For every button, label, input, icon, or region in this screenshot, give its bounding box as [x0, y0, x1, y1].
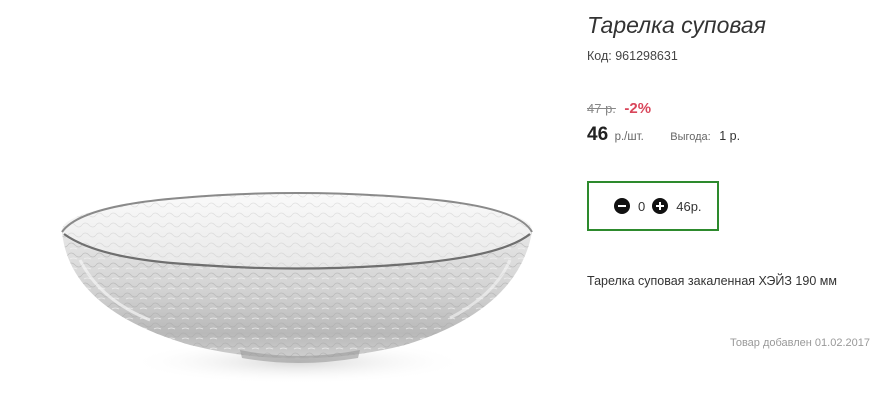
- product-description: Тарелка суповая закаленная ХЭЙЗ 190 мм: [587, 274, 837, 288]
- current-price: 46: [587, 124, 609, 145]
- product-code-value: 961298631: [615, 49, 678, 63]
- quantity-total: 46р.: [676, 198, 702, 214]
- product-code: Код: 961298631: [587, 49, 678, 63]
- added-date: Товар добавлен 01.02.2017: [729, 337, 870, 349]
- savings-label: Выгода:: [670, 131, 711, 143]
- savings-value: 1 р.: [719, 129, 741, 143]
- product-code-label: Код:: [587, 49, 612, 63]
- old-price-row: 47 р. -2%: [587, 100, 651, 118]
- glass-bowl-image: [61, 192, 533, 384]
- product-image[interactable]: [40, 10, 560, 410]
- product-page: Тарелка суповая Код: 961298631 47 р. -2%…: [0, 0, 870, 414]
- price-row: 46 р./шт. Выгода: 1 р.: [587, 124, 740, 146]
- quantity-selector: 0 46р.: [587, 181, 719, 231]
- plus-circle-icon[interactable]: [652, 198, 669, 214]
- quantity-value: 0: [638, 198, 646, 214]
- product-title: Тарелка суповая: [587, 12, 766, 38]
- minus-circle-icon[interactable]: [614, 198, 630, 214]
- price-unit: р./шт.: [614, 131, 644, 143]
- old-price: 47 р.: [587, 101, 616, 116]
- discount-badge: -2%: [624, 100, 652, 117]
